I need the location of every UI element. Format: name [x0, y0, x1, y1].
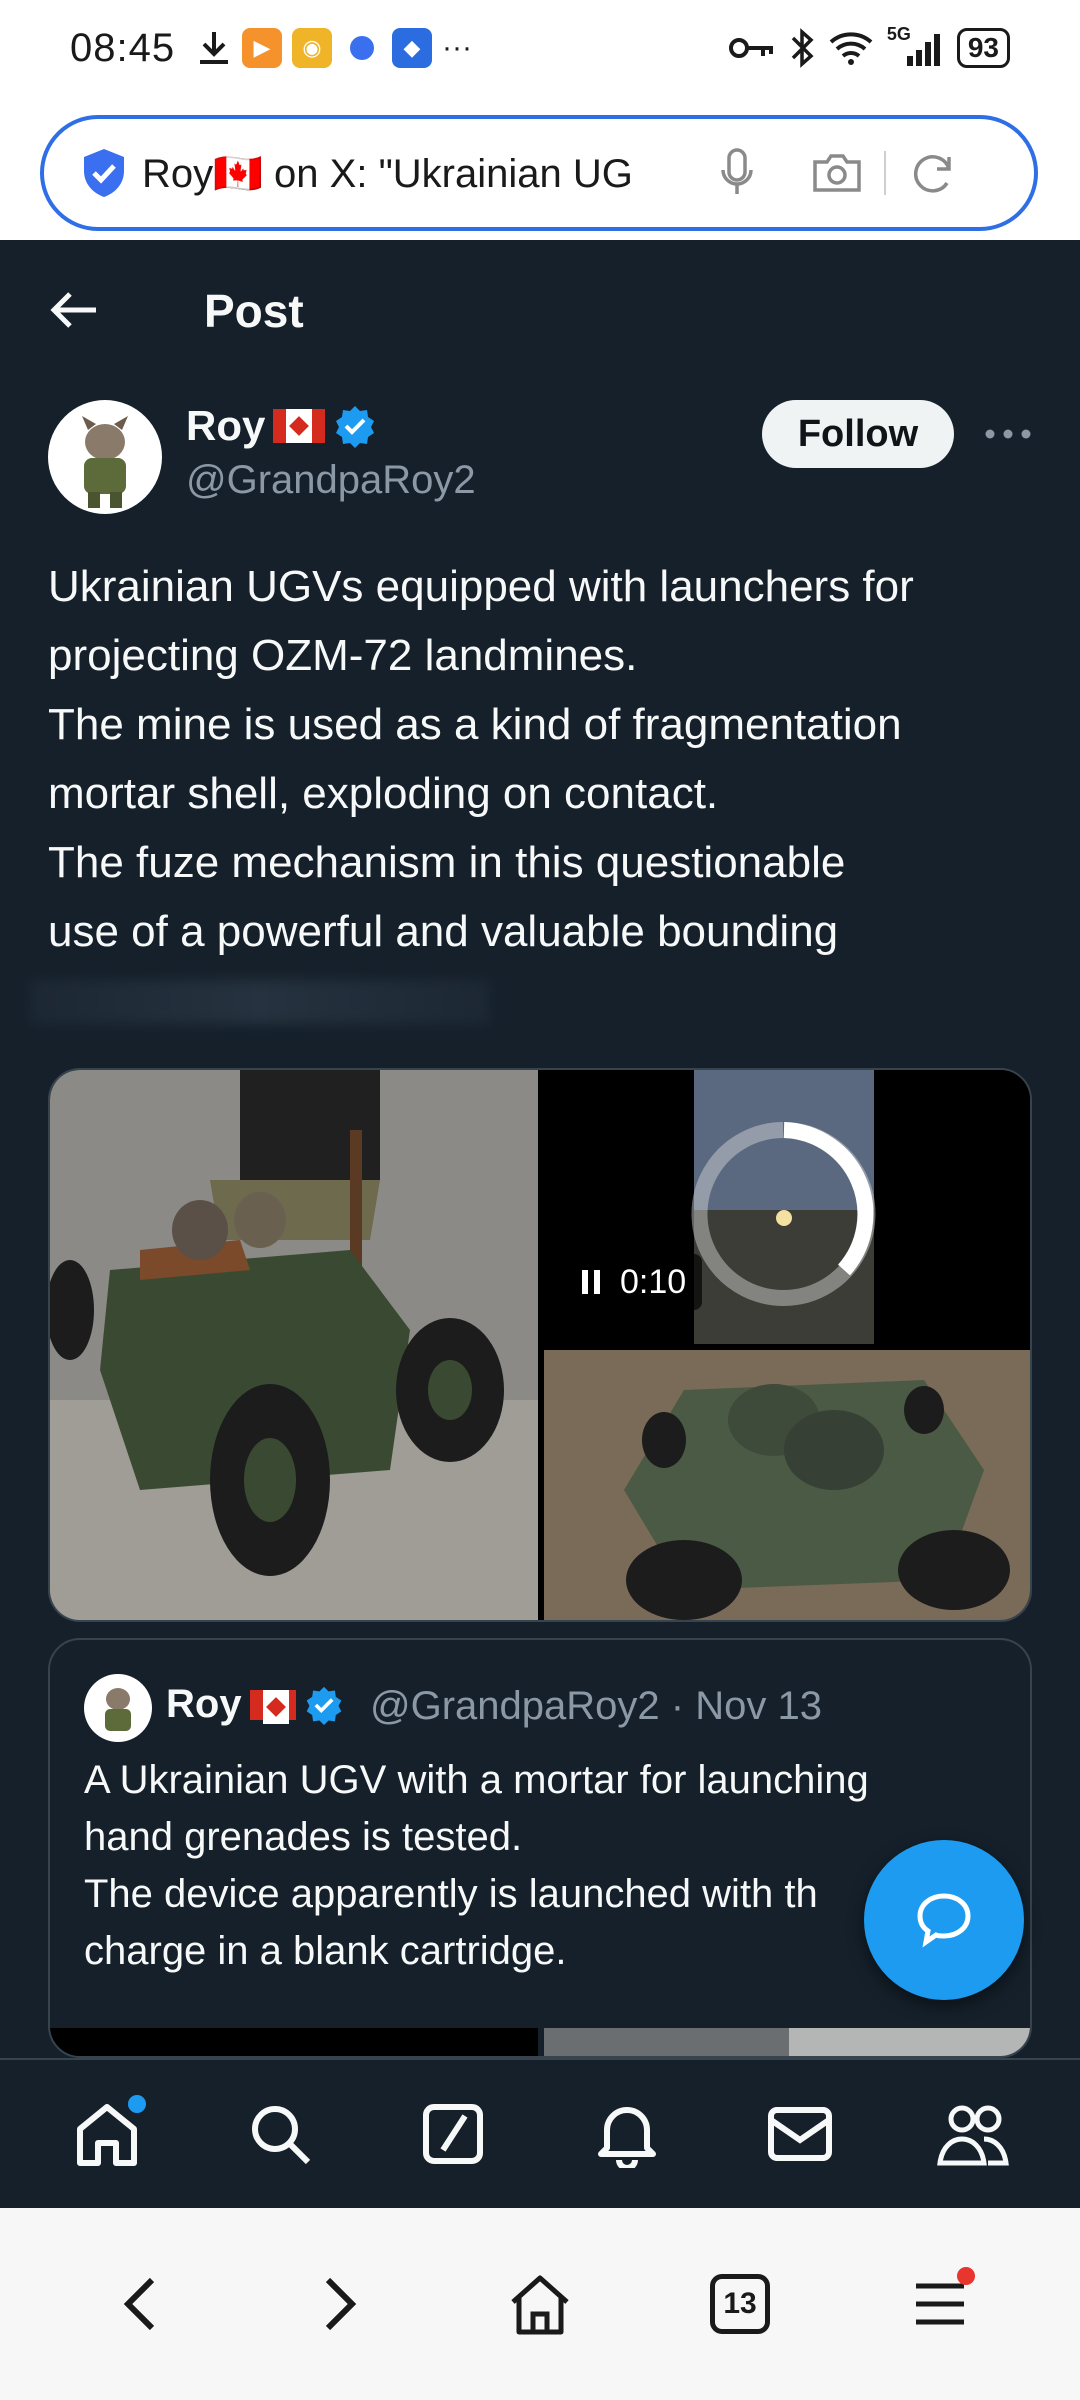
battery-indicator: 93: [956, 28, 1010, 68]
voice-search-button[interactable]: [702, 138, 772, 208]
nav-notifications[interactable]: [582, 2089, 672, 2179]
browser-forward-button[interactable]: [295, 2259, 385, 2349]
verified-badge-icon[interactable]: [333, 404, 377, 448]
media-photo-ugv-launcher[interactable]: [50, 1070, 538, 1622]
menu-notification-dot: [957, 2267, 975, 2285]
wifi-icon: [829, 32, 873, 65]
envelope-icon: [767, 2107, 832, 2161]
post-header: Post: [0, 240, 1080, 380]
quoted-media-1: [50, 2028, 538, 2056]
author-handle[interactable]: @GrandpaRoy2: [186, 458, 476, 503]
menu-icon: [916, 2283, 964, 2325]
media-photo-ugv-tubes[interactable]: [544, 1350, 1032, 1622]
signal-icon: 5G: [887, 24, 943, 68]
follow-button[interactable]: Follow: [762, 400, 954, 468]
quoted-post-meta: @GrandpaRoy2 · Nov 13: [370, 1684, 822, 1728]
page-title: Post: [204, 285, 304, 337]
media-app-icon: ▶: [242, 28, 282, 68]
pause-icon[interactable]: [580, 1268, 604, 1296]
post-text-line: The mine is used as a kind of fragmentat…: [48, 700, 902, 749]
camera-search-button[interactable]: [802, 138, 872, 208]
compose-reply-button[interactable]: [864, 1840, 1024, 2000]
bluetooth-icon: [791, 28, 814, 68]
author-avatar[interactable]: [48, 400, 162, 514]
nav-search[interactable]: [235, 2089, 325, 2179]
tabs-count: 13: [710, 2274, 770, 2334]
quoted-author-avatar: [84, 1674, 152, 1742]
reload-icon: [913, 155, 951, 193]
status-time: 08:45: [70, 26, 176, 70]
download-icon: [200, 32, 228, 64]
communities-icon: [937, 2105, 1010, 2166]
browser-toolbar: Roy🇨🇦 on X: "Ukrainian UG: [0, 100, 1080, 240]
url-text[interactable]: Roy🇨🇦 on X: "Ukrainian UG: [142, 150, 702, 197]
video-duration: 0:10: [620, 1262, 687, 1301]
truncated-text-fade: [30, 980, 490, 1024]
browser-home-button[interactable]: [495, 2259, 585, 2349]
more-notifications-icon: ···: [442, 31, 472, 64]
weibo-app-icon: ◉: [292, 28, 332, 68]
shield-check-icon: [84, 149, 124, 197]
author-name[interactable]: Roy: [186, 402, 265, 450]
vpn-key-icon: [728, 38, 773, 58]
canada-flag-icon: [273, 409, 326, 443]
browser-menu-button[interactable]: [895, 2259, 985, 2349]
author-name-row[interactable]: Roy: [186, 402, 377, 450]
browser-back-button[interactable]: [95, 2259, 185, 2349]
nav-messages[interactable]: [755, 2089, 845, 2179]
chevron-left-icon: [123, 2277, 155, 2331]
quoted-post-text: A Ukrainian UGV with a mortar for launch…: [84, 1752, 1004, 1980]
post-text-line: mortar shell, exploding on contact.: [48, 769, 719, 818]
verified-badge-icon: [306, 1686, 341, 1725]
browser-bottom-bar: 13: [0, 2208, 1080, 2400]
more-options-icon[interactable]: [980, 412, 1036, 456]
post-text-line: The fuze mechanism in this questionable: [48, 838, 846, 887]
media-video-launch[interactable]: 0:10: [544, 1070, 1030, 1344]
address-bar[interactable]: Roy🇨🇦 on X: "Ukrainian UG: [40, 115, 1038, 231]
status-notification-icons: ▶ ◉ ◆ ···: [196, 28, 472, 68]
canada-flag-icon: [249, 1689, 296, 1724]
quoted-author-name: Roy: [166, 1682, 242, 1726]
toolbar-divider: [884, 151, 886, 195]
back-arrow-icon[interactable]: [46, 282, 102, 338]
quoted-media-2: [544, 2028, 1030, 2056]
search-icon: [251, 2106, 311, 2165]
post-text: Ukrainian UGVs equipped with launchers f…: [48, 552, 1038, 966]
home-icon: [511, 2275, 569, 2335]
video-duration-pill[interactable]: 0:10: [564, 1254, 703, 1310]
post-text-line: projecting OZM-72 landmines.: [48, 631, 638, 680]
battery-level: 93: [967, 32, 999, 63]
status-system-icons: 5G 93: [728, 24, 1010, 68]
browser-app-icon: [342, 28, 382, 68]
notification-dot: [127, 2095, 146, 2113]
camera-icon: [813, 154, 861, 192]
quoted-author-name-row: Roy: [166, 1682, 344, 1727]
browser-tabs-button[interactable]: 13: [695, 2259, 785, 2349]
game-app-icon: ◆: [392, 28, 432, 68]
nav-home[interactable]: [62, 2089, 152, 2179]
chat-bubble-icon: [917, 1893, 971, 1948]
nav-communities[interactable]: [928, 2089, 1018, 2179]
nav-grok[interactable]: [408, 2089, 498, 2179]
chevron-right-icon: [325, 2277, 357, 2331]
bell-icon: [597, 2107, 656, 2168]
grok-icon: [423, 2104, 484, 2164]
reload-button[interactable]: [898, 138, 968, 208]
post-media-grid: 0:10: [48, 1068, 1032, 1622]
post-text-line: Ukrainian UGVs equipped with launchers f…: [48, 562, 914, 611]
quoted-text-line: A Ukrainian UGV with a mortar for launch…: [84, 1758, 869, 1802]
quoted-post[interactable]: Roy @GrandpaRoy2 · Nov 13 A Ukrainian UG…: [48, 1638, 1032, 2058]
bottom-navigation: [0, 2058, 1080, 2208]
status-bar: 08:45 ▶ ◉ ◆ ··· 5G 93: [0, 0, 1080, 100]
quoted-text-line: hand grenades is tested.: [84, 1815, 523, 1859]
microphone-icon: [721, 148, 753, 194]
post-text-line: use of a powerful and valuable bounding: [48, 907, 839, 956]
